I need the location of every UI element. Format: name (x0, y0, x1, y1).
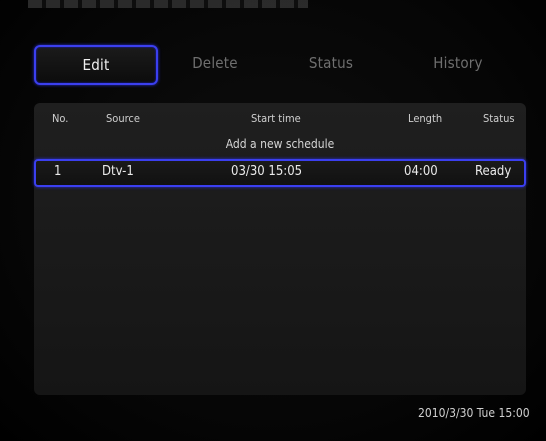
table-row[interactable]: 1 Dtv-1 03/30 15:05 04:00 Ready (34, 159, 526, 187)
tab-history[interactable]: History (396, 45, 520, 81)
header-status: Status (483, 112, 515, 125)
header-source: Source (106, 112, 140, 125)
date-time-readout: 2010/3/30 Tue 15:00 (418, 406, 530, 420)
row-length: 04:00 (404, 164, 438, 179)
add-new-schedule-item[interactable]: Add a new schedule (34, 137, 526, 151)
row-status: Ready (475, 164, 512, 179)
header-length: Length (408, 112, 443, 125)
cropped-title-remnant (28, 0, 308, 8)
screen-background: Edit Delete Status History No. Source St… (0, 0, 546, 441)
row-no: 1 (54, 164, 62, 179)
row-source: Dtv-1 (102, 164, 134, 179)
tab-status[interactable]: Status (280, 45, 382, 81)
tab-delete[interactable]: Delete (171, 45, 259, 81)
header-start-time: Start time (251, 112, 301, 125)
tab-edit[interactable]: Edit (34, 45, 158, 85)
header-no: No. (52, 112, 69, 125)
row-start-time: 03/30 15:05 (231, 164, 303, 179)
schedule-table: No. Source Start time Length Status Add … (34, 103, 526, 395)
